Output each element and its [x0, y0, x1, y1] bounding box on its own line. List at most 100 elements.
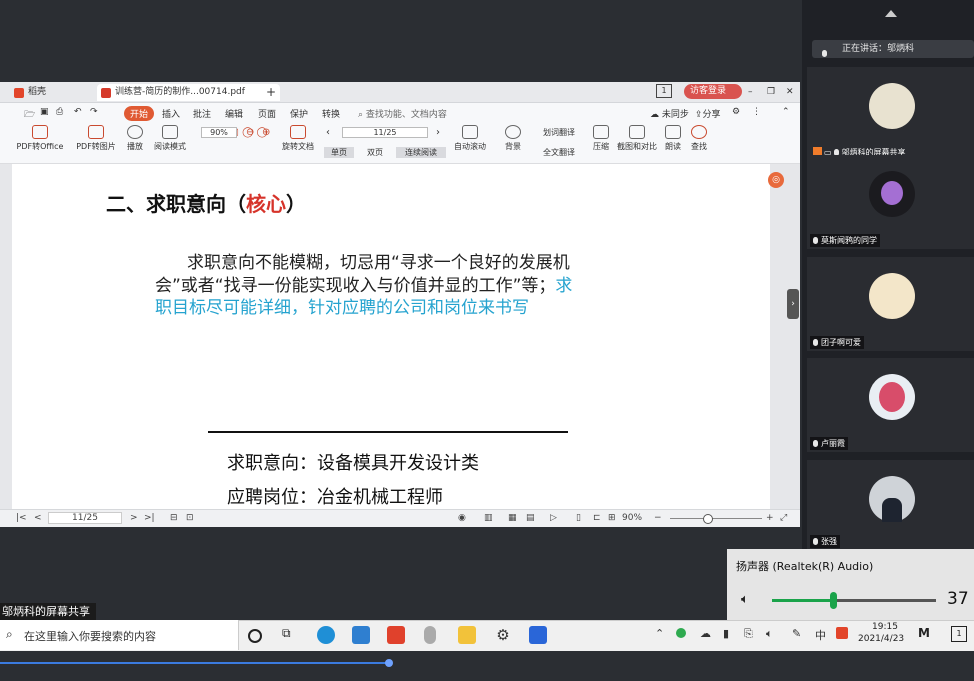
- save-icon[interactable]: ▣: [40, 107, 49, 117]
- page-number-input[interactable]: 11/25: [342, 127, 428, 139]
- status-zoom[interactable]: 90%: [622, 513, 642, 523]
- edge-icon[interactable]: [317, 626, 335, 644]
- menu-page[interactable]: 页面: [258, 107, 276, 120]
- redo-icon[interactable]: ↷: [90, 107, 98, 117]
- speaker-icon[interactable]: 🔈︎: [741, 592, 749, 607]
- clock-date[interactable]: 2021/4/23: [858, 634, 904, 644]
- minimize-icon[interactable]: –: [748, 84, 753, 101]
- play-icon[interactable]: ▷: [550, 513, 557, 523]
- zoom-out-icon[interactable]: −: [654, 513, 662, 523]
- single-page-icon[interactable]: ▥: [484, 513, 493, 523]
- clock-time[interactable]: 19:15: [868, 622, 902, 632]
- column-icon[interactable]: ▯: [576, 513, 581, 523]
- sync-status[interactable]: ☁ 未同步: [650, 107, 689, 120]
- meeting-app-icon[interactable]: [529, 626, 547, 644]
- pdf-to-office-button[interactable]: PDF转Office: [12, 125, 68, 152]
- book-icon[interactable]: ▤: [526, 513, 535, 523]
- double-page-button[interactable]: 双页: [360, 147, 390, 158]
- play-button[interactable]: 播放: [122, 125, 148, 152]
- cortana-icon[interactable]: [248, 629, 262, 643]
- read-aloud-button[interactable]: 朗读: [662, 125, 684, 152]
- prev-page-icon[interactable]: ‹: [326, 127, 330, 138]
- rotate-document-button[interactable]: 旋转文档: [280, 125, 316, 152]
- task-view-icon[interactable]: ⧉: [282, 626, 300, 644]
- volume-slider-thumb[interactable]: [830, 592, 837, 609]
- search-function-input[interactable]: ⌕ 查找功能、文档内容: [358, 107, 447, 120]
- print-icon[interactable]: ⎙: [56, 107, 63, 117]
- first-page-icon[interactable]: |<: [16, 513, 27, 523]
- single-page-button[interactable]: 单页: [324, 147, 354, 158]
- last-page-icon[interactable]: >|: [144, 513, 155, 523]
- menu-start[interactable]: 开始: [124, 106, 155, 121]
- collapse-up-icon[interactable]: [885, 10, 897, 17]
- floating-tool-icon[interactable]: ◎: [768, 172, 784, 188]
- next-page-icon[interactable]: ›: [436, 127, 440, 138]
- compress-button[interactable]: 压缩: [590, 125, 612, 152]
- pdf-to-image-button[interactable]: PDF转图片: [74, 125, 118, 152]
- widget-icon[interactable]: M: [918, 626, 930, 640]
- menu-convert[interactable]: 转换: [322, 107, 340, 120]
- background-button[interactable]: 背景: [500, 125, 526, 152]
- crop-icon[interactable]: ⊏: [593, 513, 601, 523]
- cloud-icon[interactable]: ☁: [700, 627, 711, 640]
- zoom-in-icon[interactable]: ⊕: [262, 127, 270, 138]
- double-page-icon[interactable]: ▦: [508, 513, 517, 523]
- mail-icon[interactable]: [352, 626, 370, 644]
- pen-icon[interactable]: ✎: [792, 627, 801, 640]
- file-explorer-icon[interactable]: [458, 626, 476, 644]
- network-icon[interactable]: ⎘: [744, 627, 753, 641]
- zoom-in-icon[interactable]: +: [766, 513, 774, 523]
- new-tab-plus-icon[interactable]: +: [262, 84, 276, 101]
- next-page-icon[interactable]: >: [130, 513, 138, 523]
- ime-indicator[interactable]: 中: [815, 627, 826, 643]
- microphone-app-icon[interactable]: [424, 626, 436, 644]
- wps-tray-icon[interactable]: [836, 627, 848, 639]
- tab-pdf-document[interactable]: 训练营-简历的制作...00714.pdf: [97, 84, 280, 101]
- status-page-input[interactable]: 11/25: [48, 512, 122, 524]
- tab-daoke[interactable]: 稻壳: [10, 84, 98, 101]
- continuous-reading-button[interactable]: 连续阅读: [396, 147, 446, 158]
- usb-icon[interactable]: ▮: [723, 627, 729, 640]
- settings-gear-icon[interactable]: ⚙: [494, 626, 512, 644]
- find-button[interactable]: 查找: [688, 125, 710, 152]
- open-icon[interactable]: 🗁: [24, 107, 35, 123]
- fit-page-icon[interactable]: ⊟: [170, 513, 178, 523]
- participant-tile[interactable]: 张强: [807, 460, 974, 550]
- menu-edit[interactable]: 编辑: [225, 107, 243, 120]
- zoom-slider-track[interactable]: [670, 518, 762, 519]
- pdf-page[interactable]: 二、求职意向（核心） 求职意向不能模糊，切忌用“寻求一个良好的发展机 会”或者“…: [12, 164, 770, 509]
- expand-icon[interactable]: ⤢: [780, 513, 787, 523]
- fullscreen-icon[interactable]: ⊞: [608, 513, 616, 523]
- word-translate-button[interactable]: 划词翻译: [534, 127, 584, 138]
- auto-scroll-button[interactable]: 自动滚动: [452, 125, 488, 152]
- zoom-select[interactable]: 90%: [196, 127, 242, 139]
- audio-device-label[interactable]: 扬声器 (Realtek(R) Audio): [736, 558, 873, 574]
- close-icon[interactable]: ✕: [786, 84, 794, 101]
- fit-width-icon[interactable]: ⊡: [186, 513, 194, 523]
- window-count-icon[interactable]: 1: [656, 84, 672, 98]
- office-icon[interactable]: [387, 626, 405, 644]
- side-panel-toggle[interactable]: ›: [787, 289, 799, 319]
- zoom-slider-thumb[interactable]: [703, 514, 713, 524]
- tray-app-icon[interactable]: [676, 628, 686, 638]
- tray-expand-icon[interactable]: ⌃: [655, 627, 664, 640]
- volume-tray-icon[interactable]: 🔈︎: [766, 627, 773, 641]
- zoom-out-icon[interactable]: ⊖: [246, 127, 254, 138]
- menu-protect[interactable]: 保护: [290, 107, 308, 120]
- participant-tile[interactable]: ▭ 邬炳科的屏幕共享: [807, 67, 974, 161]
- prev-page-icon[interactable]: <: [34, 513, 42, 523]
- participant-tile[interactable]: 团子啊可爱: [807, 257, 974, 351]
- full-translate-button[interactable]: 全文翻译: [534, 147, 584, 158]
- playback-progress-thumb[interactable]: [385, 659, 393, 667]
- playback-progress-bar[interactable]: [0, 662, 389, 664]
- visitor-login-button[interactable]: 访客登录: [684, 84, 743, 99]
- undo-icon[interactable]: ↶: [74, 107, 82, 117]
- menu-insert[interactable]: 插入: [162, 107, 180, 120]
- share-button[interactable]: ⇪分享: [695, 107, 721, 120]
- settings-icon[interactable]: ⚙: [732, 107, 740, 117]
- participant-tile[interactable]: 卢丽霞: [807, 358, 974, 452]
- more-icon[interactable]: ⋮: [752, 107, 761, 117]
- restore-icon[interactable]: ❐: [767, 84, 775, 101]
- collapse-ribbon-icon[interactable]: ⌃: [782, 107, 790, 117]
- menu-annotate[interactable]: 批注: [193, 107, 211, 120]
